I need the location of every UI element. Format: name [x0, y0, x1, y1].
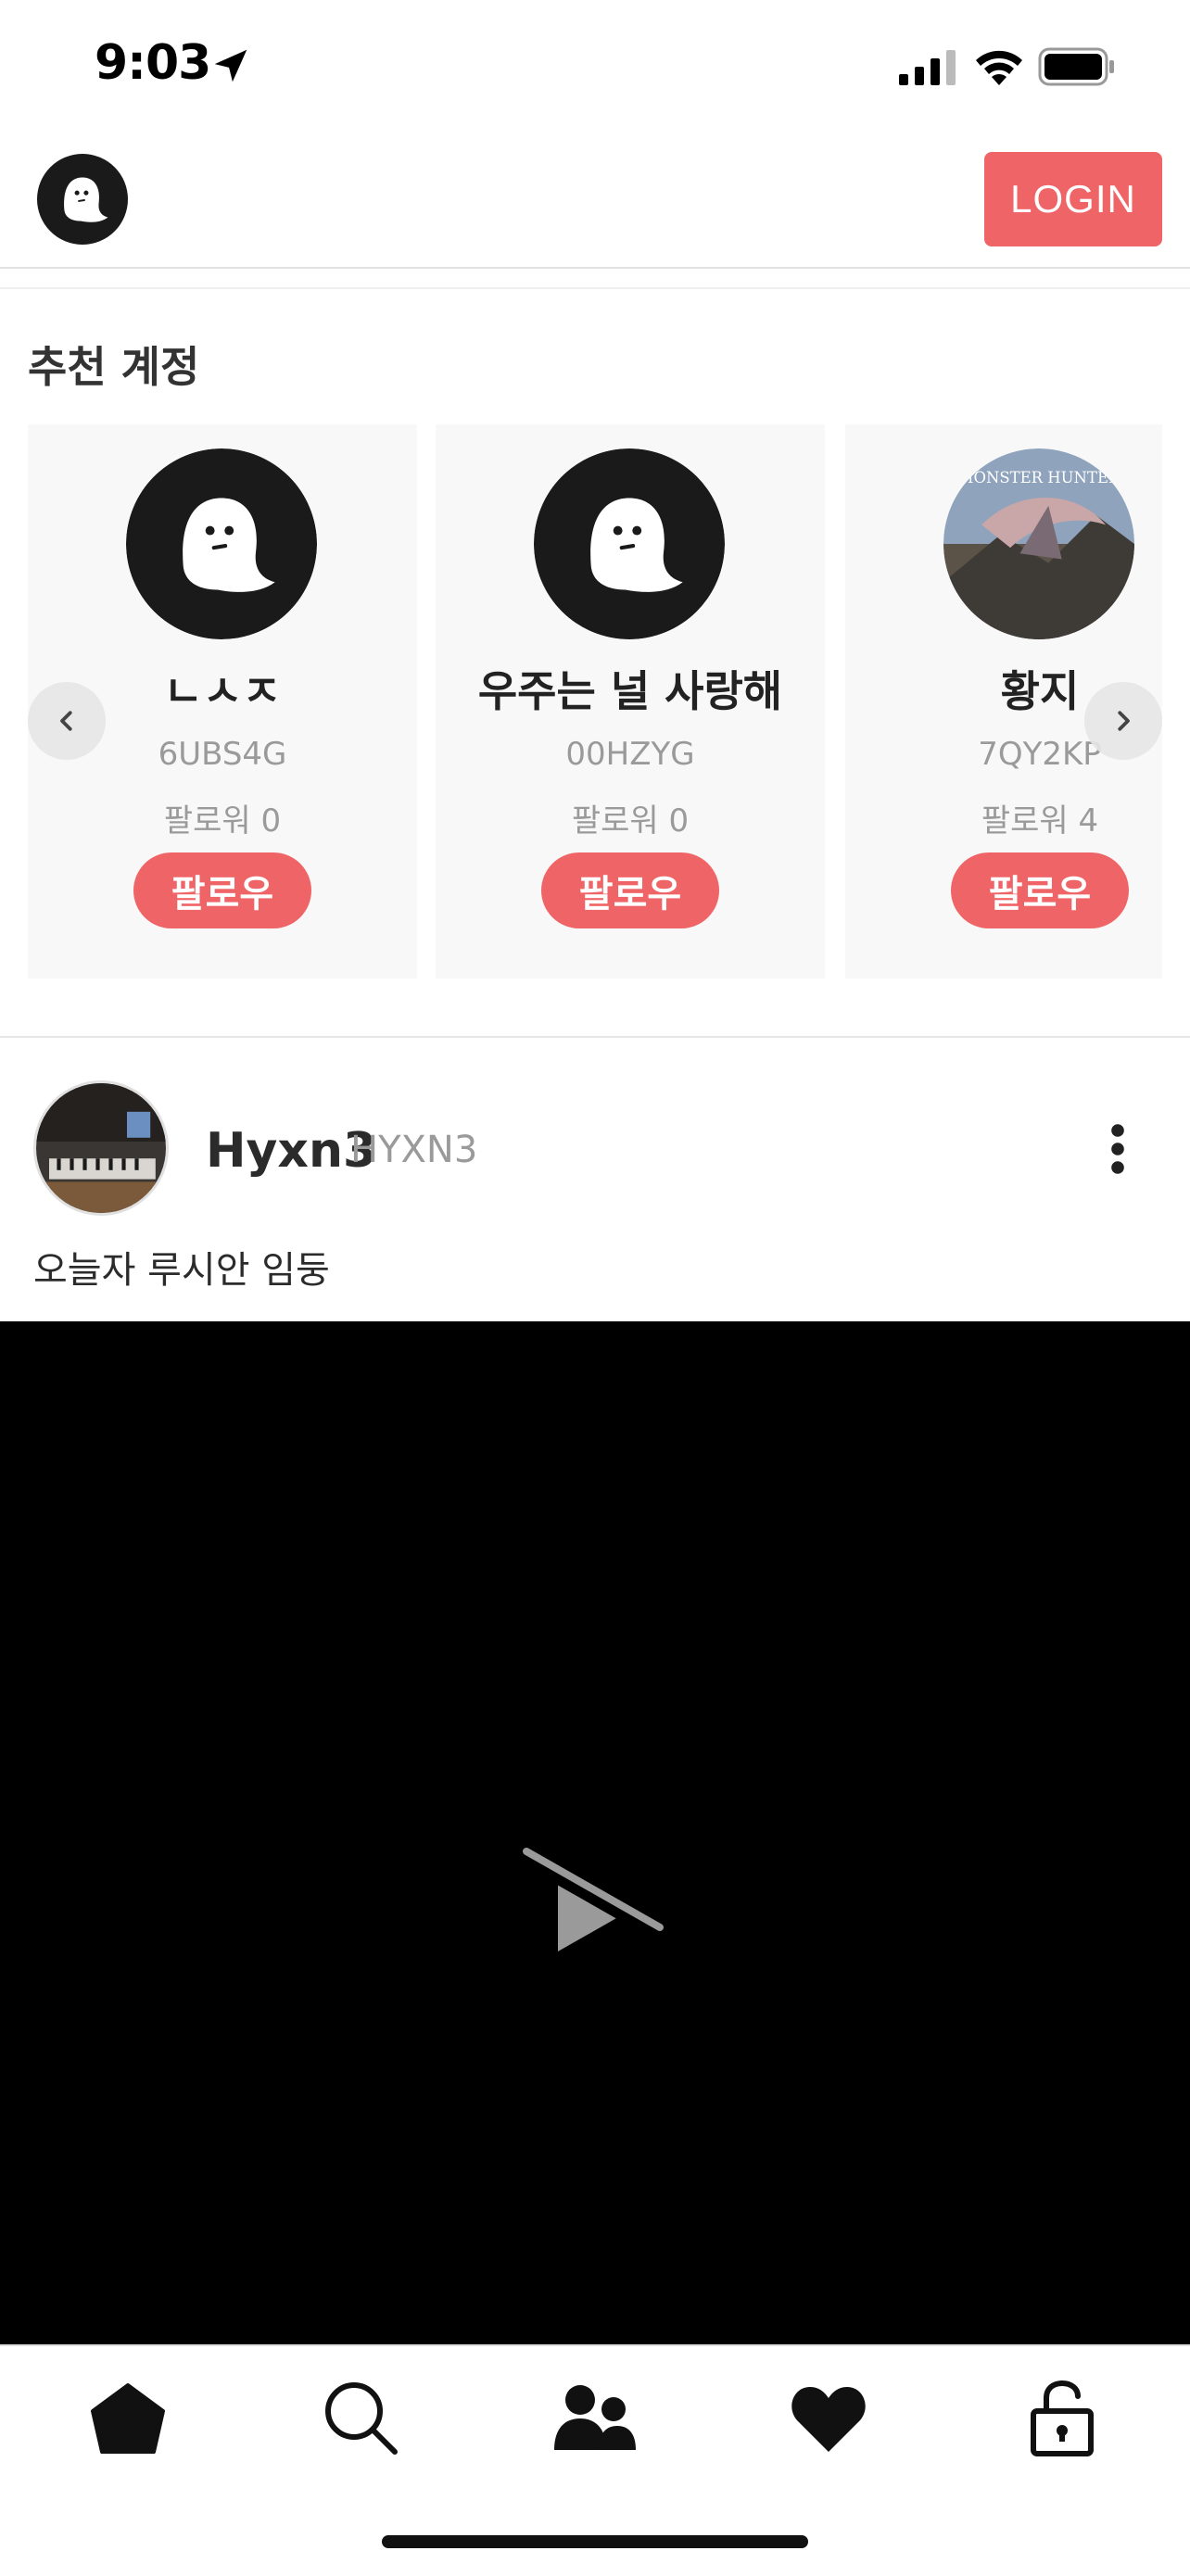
heart-icon — [791, 2387, 866, 2452]
ghost-avatar-icon — [534, 448, 725, 639]
cellular-signal-icon — [899, 50, 956, 85]
tab-search[interactable] — [315, 2372, 408, 2465]
follow-button[interactable]: 팔로우 — [541, 852, 719, 928]
home-icon — [91, 2383, 165, 2454]
account-followers: 팔로워 4 — [981, 802, 1099, 840]
account-handle: 00HZYG — [565, 736, 695, 773]
tab-login[interactable] — [1016, 2372, 1108, 2465]
account-name: 우주는 널 사랑해 — [477, 666, 783, 716]
status-time: 9:03 — [95, 35, 211, 91]
location-arrow-icon — [214, 49, 247, 82]
login-button[interactable]: LOGIN — [984, 152, 1162, 246]
ghost-logo-icon[interactable] — [37, 154, 128, 245]
recommended-carousel[interactable]: ㄴㅅㅈ 6UBS4G 팔로워 0 팔로우 우주는 널 사랑해 00HZYG 팔로… — [28, 424, 1162, 980]
follow-button[interactable]: 팔로우 — [951, 852, 1129, 928]
friends-icon — [554, 2385, 636, 2450]
account-followers: 팔로워 0 — [163, 802, 282, 840]
post-caption: 오늘자 루시안 임둥 — [33, 1249, 330, 1292]
carousel-prev-button[interactable] — [28, 682, 106, 760]
divider — [0, 1036, 1190, 1038]
monster-hunter-avatar-icon: MONSTER HUNTER — [943, 448, 1134, 639]
chevron-left-icon — [60, 711, 72, 731]
divider — [0, 287, 1190, 289]
battery-icon — [1038, 47, 1114, 86]
tab-likes[interactable] — [782, 2372, 875, 2465]
recommended-accounts-title: 추천 계정 — [28, 342, 200, 392]
follow-button[interactable]: 팔로우 — [133, 852, 311, 928]
post-video[interactable] — [0, 1321, 1190, 2344]
account-followers: 팔로워 0 — [571, 802, 690, 840]
tab-home[interactable] — [82, 2372, 174, 2465]
account-card[interactable]: 우주는 널 사랑해 00HZYG 팔로워 0 팔로우 — [436, 424, 825, 979]
lock-icon — [1031, 2380, 1094, 2456]
chevron-right-icon — [1118, 711, 1130, 731]
post-author-avatar[interactable] — [33, 1080, 169, 1216]
app-header: LOGIN — [0, 130, 1190, 269]
carousel-next-button[interactable] — [1084, 682, 1162, 760]
home-indicator — [382, 2535, 808, 2548]
tab-friends[interactable] — [549, 2372, 641, 2465]
wifi-icon — [976, 50, 1022, 85]
post-author-handle: HYXN3 — [350, 1129, 478, 1171]
ghost-avatar-icon — [126, 448, 317, 639]
video-unavailable-icon — [523, 1848, 664, 1951]
more-vertical-icon[interactable] — [1099, 1121, 1136, 1177]
search-icon — [325, 2382, 398, 2455]
status-bar: 9:03 — [0, 0, 1190, 130]
svg-text:MONSTER HUNTER: MONSTER HUNTER — [958, 469, 1120, 486]
